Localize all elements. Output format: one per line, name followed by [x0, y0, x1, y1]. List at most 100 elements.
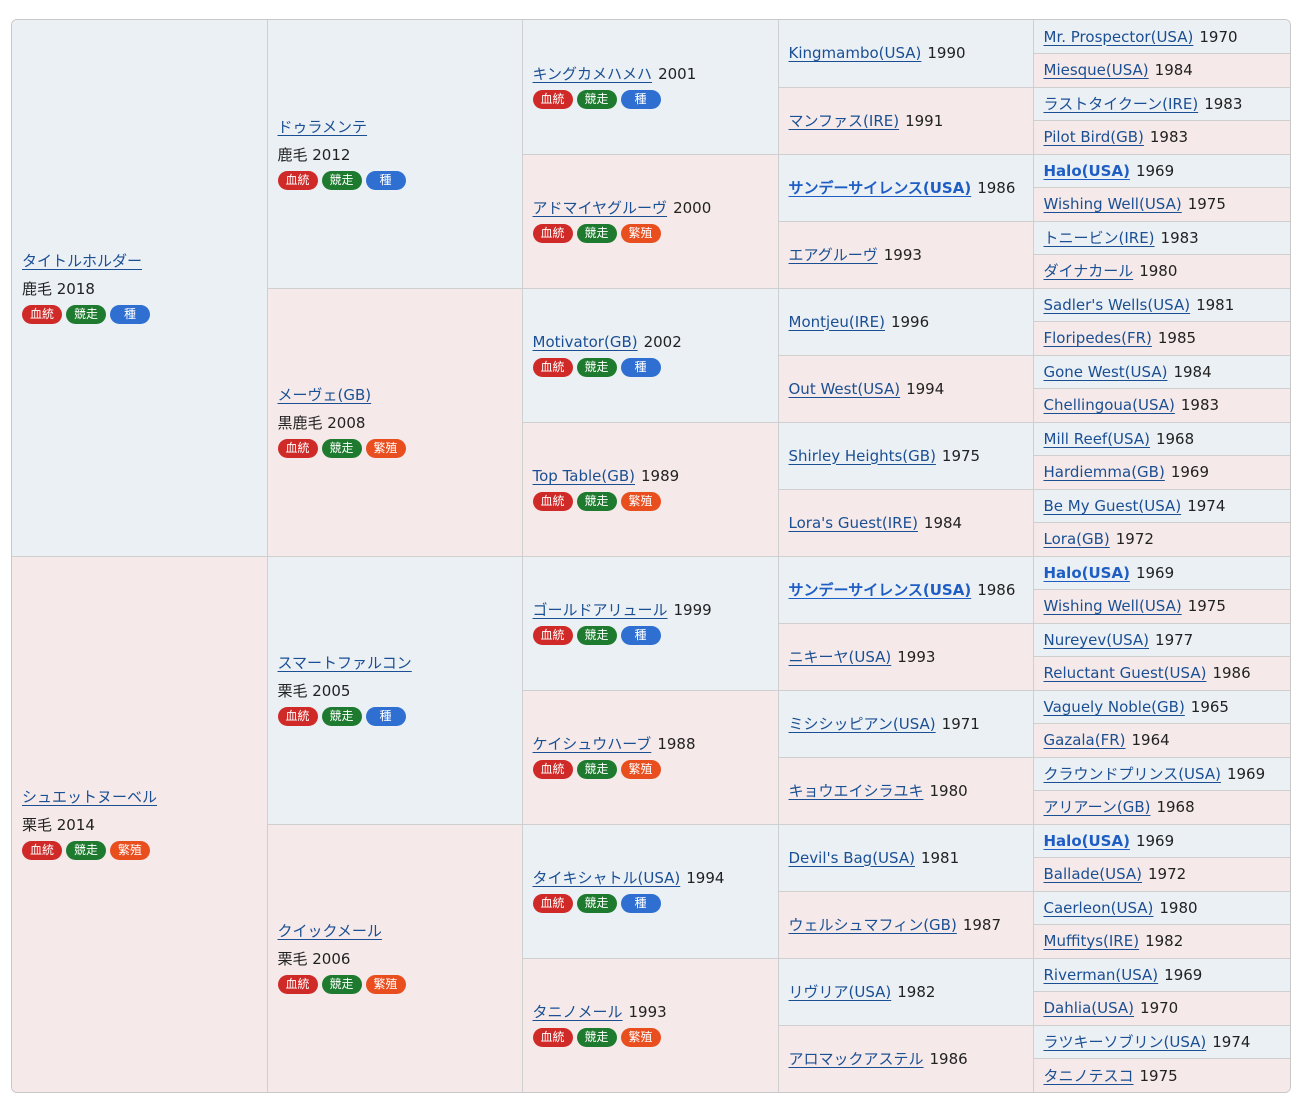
horse-name-link[interactable]: Ballade(USA) [1044, 865, 1143, 883]
horse-name-link[interactable]: Montjeu(IRE) [789, 313, 885, 331]
pedigree-badge[interactable]: 血統 [277, 170, 318, 190]
stallion-badge[interactable]: 種 [620, 89, 661, 109]
horse-name-link[interactable]: ニキーヤ(USA) [789, 648, 892, 666]
horse-name-link[interactable]: Halo(USA) [1044, 832, 1130, 850]
horse-name-link[interactable]: Wishing Well(USA) [1044, 597, 1182, 615]
horse-name-link[interactable]: Caerleon(USA) [1044, 899, 1154, 917]
horse-name-link[interactable]: サンデーサイレンス(USA) [789, 581, 972, 599]
race-badge[interactable]: 競走 [576, 224, 617, 243]
race-badge[interactable]: 競走 [576, 760, 617, 779]
horse-name-link[interactable]: ダイナカール [1044, 262, 1134, 280]
horse-name-link[interactable]: ウェルシュマフィン(GB) [789, 916, 957, 934]
race-badge[interactable]: 競走 [321, 975, 362, 994]
race-badge[interactable]: 競走 [321, 439, 362, 458]
horse-name-link[interactable]: Lora(GB) [1044, 530, 1110, 548]
pedigree-badge[interactable]: 血統 [277, 707, 318, 726]
race-badge[interactable]: 競走 [576, 1028, 617, 1047]
breed-badge[interactable]: 繁殖 [620, 492, 661, 511]
pedigree-badge[interactable]: 血統 [532, 224, 573, 243]
horse-name-link[interactable]: Mill Reef(USA) [1044, 430, 1150, 448]
horse-name-link[interactable]: サンデーサイレンス(USA) [789, 179, 972, 197]
breed-badge[interactable]: 繁殖 [365, 975, 406, 994]
horse-name-link[interactable]: Dahlia(USA) [1044, 999, 1135, 1017]
horse-name-link[interactable]: タニノメール [533, 1003, 623, 1021]
horse-name-link[interactable]: Gone West(USA) [1044, 363, 1168, 381]
pedigree-badge[interactable]: 血統 [532, 1028, 573, 1047]
breed-badge[interactable]: 繁殖 [110, 841, 150, 860]
horse-name-link[interactable]: スマートファルコン [278, 654, 412, 672]
race-badge[interactable]: 競走 [66, 841, 106, 860]
horse-name-link[interactable]: Halo(USA) [1044, 162, 1130, 180]
horse-name-link[interactable]: ケイシュウハーブ [533, 735, 652, 753]
horse-name-link[interactable]: Shirley Heights(GB) [789, 447, 936, 465]
stallion-badge[interactable]: 種 [620, 358, 661, 377]
pedigree-badge[interactable]: 血統 [532, 894, 573, 913]
pedigree-badge[interactable]: 血統 [532, 492, 573, 511]
horse-name-link[interactable]: エアグルーヴ [789, 246, 878, 264]
horse-name-link[interactable]: Vaguely Noble(GB) [1044, 698, 1185, 716]
stallion-badge[interactable]: 種 [110, 304, 150, 324]
horse-name-link[interactable]: Halo(USA) [1044, 564, 1130, 582]
race-badge[interactable]: 競走 [576, 492, 617, 511]
race-badge[interactable]: 競走 [576, 626, 617, 645]
horse-name-link[interactable]: Out West(USA) [789, 380, 901, 398]
horse-name-link[interactable]: クイックメール [278, 922, 382, 940]
stallion-badge[interactable]: 種 [620, 626, 661, 645]
horse-name-link[interactable]: Chellingoua(USA) [1044, 396, 1175, 414]
horse-name-link[interactable]: Riverman(USA) [1044, 966, 1159, 984]
horse-name-link[interactable]: アリアーン(GB) [1044, 798, 1151, 816]
pedigree-badge[interactable]: 血統 [532, 760, 573, 779]
horse-name-link[interactable]: Muffitys(IRE) [1044, 932, 1140, 950]
horse-name-link[interactable]: メーヴェ(GB) [278, 386, 372, 404]
pedigree-badge[interactable]: 血統 [532, 626, 573, 645]
pedigree-badge[interactable]: 血統 [532, 358, 573, 377]
breed-badge[interactable]: 繁殖 [620, 760, 661, 779]
stallion-badge[interactable]: 種 [365, 170, 406, 190]
horse-name-link[interactable]: マンファス(IRE) [789, 112, 900, 130]
pedigree-badge[interactable]: 血統 [22, 841, 62, 860]
horse-name-link[interactable]: シュエットヌーベル [22, 788, 157, 806]
horse-name-link[interactable]: ドゥラメンテ [278, 118, 368, 136]
pedigree-badge[interactable]: 血統 [22, 304, 62, 324]
horse-name-link[interactable]: ラツキーソブリン(USA) [1044, 1033, 1207, 1051]
horse-name-link[interactable]: Pilot Bird(GB) [1044, 128, 1144, 146]
horse-name-link[interactable]: Motivator(GB) [533, 333, 638, 351]
horse-name-link[interactable]: キングカメハメハ [533, 65, 653, 83]
horse-name-link[interactable]: Sadler's Wells(USA) [1044, 296, 1191, 314]
pedigree-badge[interactable]: 血統 [532, 89, 573, 109]
horse-name-link[interactable]: Be My Guest(USA) [1044, 497, 1182, 515]
horse-name-link[interactable]: Wishing Well(USA) [1044, 195, 1182, 213]
horse-name-link[interactable]: タイキシャトル(USA) [533, 869, 681, 887]
horse-name-link[interactable]: Gazala(FR) [1044, 731, 1126, 749]
horse-name-link[interactable]: Kingmambo(USA) [789, 44, 922, 62]
race-badge[interactable]: 競走 [321, 707, 362, 726]
horse-name-link[interactable]: Devil's Bag(USA) [789, 849, 915, 867]
stallion-badge[interactable]: 種 [365, 707, 406, 726]
breed-badge[interactable]: 繁殖 [620, 224, 661, 243]
horse-name-link[interactable]: Nureyev(USA) [1044, 631, 1150, 649]
horse-name-link[interactable]: アロマックアステル [789, 1050, 924, 1068]
horse-name-link[interactable]: リヴリア(USA) [789, 983, 892, 1001]
horse-name-link[interactable]: Floripedes(FR) [1044, 329, 1152, 347]
horse-name-link[interactable]: アドマイヤグルーヴ [533, 199, 668, 217]
horse-name-link[interactable]: Hardiemma(GB) [1044, 463, 1165, 481]
race-badge[interactable]: 競走 [576, 358, 617, 377]
horse-name-link[interactable]: トニービン(IRE) [1044, 229, 1155, 247]
horse-name-link[interactable]: Miesque(USA) [1044, 61, 1149, 79]
race-badge[interactable]: 競走 [576, 89, 617, 109]
horse-name-link[interactable]: ゴールドアリュール [533, 601, 668, 619]
race-badge[interactable]: 競走 [321, 170, 362, 190]
pedigree-badge[interactable]: 血統 [277, 439, 318, 458]
race-badge[interactable]: 競走 [576, 894, 617, 913]
horse-name-link[interactable]: Reluctant Guest(USA) [1044, 664, 1207, 682]
horse-name-link[interactable]: キョウエイシラユキ [789, 782, 924, 800]
race-badge[interactable]: 競走 [66, 304, 106, 324]
breed-badge[interactable]: 繁殖 [620, 1028, 661, 1047]
horse-name-link[interactable]: Top Table(GB) [533, 467, 636, 485]
horse-name-link[interactable]: ラストタイクーン(IRE) [1044, 95, 1199, 113]
horse-name-link[interactable]: Mr. Prospector(USA) [1044, 28, 1194, 46]
horse-name-link[interactable]: ミシシッピアン(USA) [789, 715, 936, 733]
horse-name-link[interactable]: クラウンドプリンス(USA) [1044, 765, 1221, 783]
horse-name-link[interactable]: タニノテスコ [1044, 1067, 1134, 1085]
breed-badge[interactable]: 繁殖 [365, 439, 406, 458]
